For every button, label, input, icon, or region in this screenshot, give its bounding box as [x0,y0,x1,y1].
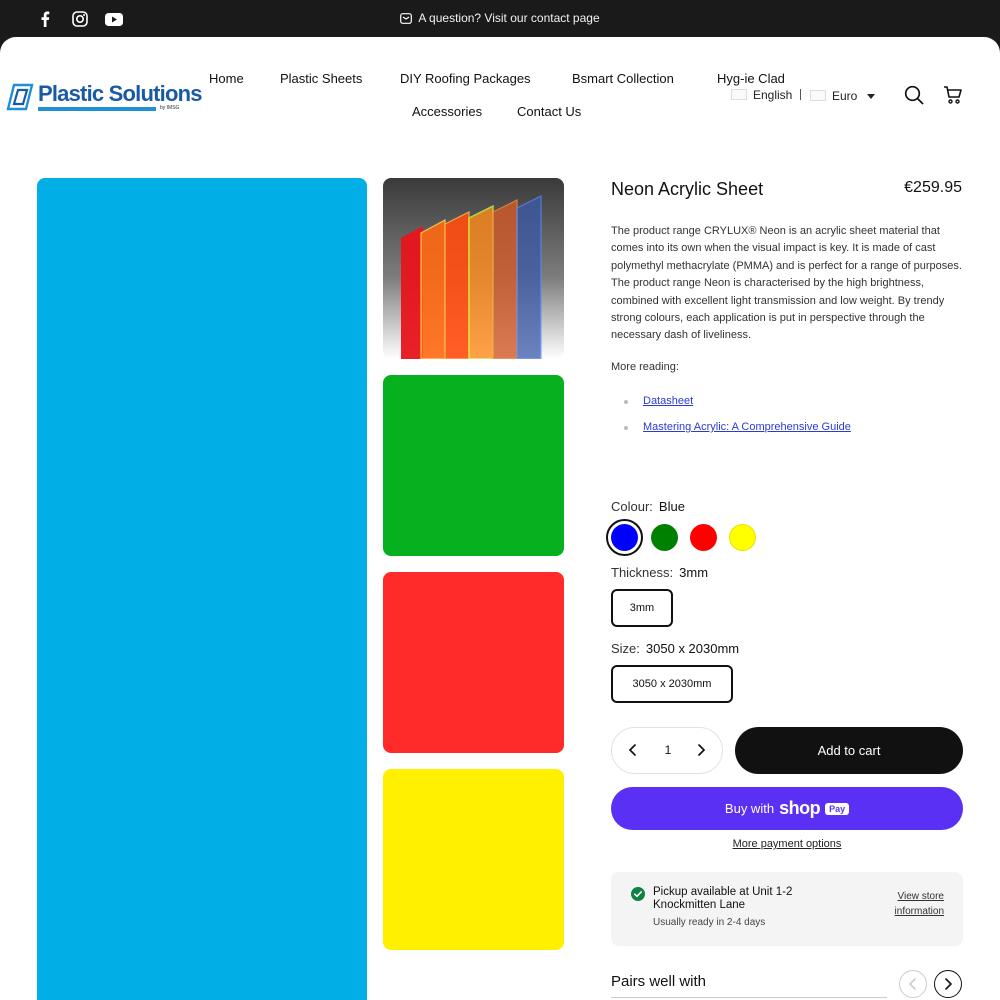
product-thumbnail-neon[interactable] [383,178,564,359]
swatch-red[interactable] [690,524,717,551]
logo-text: Plastic Solutions [38,81,202,106]
size-option-3050x2030[interactable]: 3050 x 2030mm [611,665,733,703]
product-price: €259.95 [904,179,962,196]
check-circle-icon [631,887,645,901]
more-reading-label: More reading: [611,361,679,373]
divider [611,997,887,998]
cart-icon[interactable] [943,85,963,105]
thickness-label: Thickness: 3mm [611,565,708,580]
pairs-well-with-heading: Pairs well with [611,973,707,990]
swatch-green[interactable] [651,524,678,551]
thickness-label-text: Thickness: [611,565,674,580]
carousel-next-button[interactable] [934,970,962,998]
acrylic-guide-link[interactable]: Mastering Acrylic: A Comprehensive Guide [643,421,851,433]
carousel-prev-button[interactable] [899,970,927,998]
swatch-blue[interactable] [606,519,643,556]
nav-home[interactable]: Home [209,71,244,86]
datasheet-link[interactable]: Datasheet [643,395,693,407]
buy-with-label: Buy with [724,801,775,816]
logo-underline [38,107,156,111]
nav-plastic-sheets[interactable]: Plastic Sheets [280,71,362,86]
chevron-right-icon [945,978,953,990]
logo-mark-icon [6,83,34,111]
chevron-down-icon [866,88,875,102]
product-title: Neon Acrylic Sheet [611,179,764,199]
thickness-value: 3mm [679,565,709,580]
size-label: Size: 3050 x 2030mm [611,641,739,656]
main-product-image[interactable] [37,178,367,1000]
more-payment-options-link[interactable]: More payment options [611,838,963,850]
page-content: Plastic Solutions by IMSG Home Plastic S… [0,37,1000,1000]
announcement-bar: A question? Visit our contact page [0,0,1000,38]
flag-icon [810,90,826,101]
announcement-text-wrap[interactable]: A question? Visit our contact page [0,11,1000,27]
view-store-link[interactable]: View store information [872,889,944,919]
product-thumbnail-yellow[interactable] [383,769,564,950]
search-icon[interactable] [904,85,924,105]
list-item: Mastering Acrylic: A Comprehensive Guide [622,421,851,447]
chevron-left-icon [908,978,916,990]
quantity-stepper: 1 [611,727,723,774]
pickup-title: Pickup available at Unit 1-2 Knockmitten… [653,886,793,911]
divider [800,89,801,100]
language-selector[interactable]: English [731,88,792,102]
reading-links: Datasheet Mastering Acrylic: A Comprehen… [622,395,851,447]
flag-icon [731,89,747,100]
size-value: 3050 x 2030mm [645,641,740,656]
colour-label-text: Colour: [611,499,653,514]
add-to-cart-button[interactable]: Add to cart [735,727,963,774]
list-item: Datasheet [622,395,851,421]
minus-icon[interactable] [626,743,640,757]
product-thumbnail-green[interactable] [383,375,564,556]
logo-subtext: by IMSG [160,105,180,111]
colour-value: Blue [658,499,685,514]
nav-hygie-clad[interactable]: Hyg-ie Clad [717,71,785,86]
message-icon [400,13,413,27]
logo[interactable]: Plastic Solutions by IMSG [6,79,202,115]
swatch-yellow[interactable] [729,524,756,551]
pay-badge: Pay [825,802,850,815]
nav-contact[interactable]: Contact Us [517,104,581,119]
colour-label: Colour: Blue [611,499,685,514]
language-label: English [753,88,793,102]
currency-selector[interactable]: Euro [810,88,875,103]
product-description: The product range CRYLUX® Neon is an acr… [611,225,962,342]
pickup-availability: Pickup available at Unit 1-2 Knockmitten… [611,872,963,946]
thickness-option-3mm[interactable]: 3mm [611,589,673,627]
quantity-value[interactable]: 1 [658,743,678,757]
product-thumbnail-red[interactable] [383,572,564,753]
nav-diy-roofing[interactable]: DIY Roofing Packages [400,71,531,86]
nav-accessories[interactable]: Accessories [412,104,482,119]
announcement-text[interactable]: A question? Visit our contact page [418,11,599,25]
buy-with-shop-pay-button[interactable]: Buy with shop Pay [611,787,963,830]
shop-wordmark: shop [779,798,821,818]
neon-sheets-image [401,195,542,359]
currency-label: Euro [832,89,858,103]
size-label-text: Size: [611,641,640,656]
pickup-subtext: Usually ready in 2-4 days [653,917,766,928]
plus-icon[interactable] [694,743,708,757]
nav-bsmart[interactable]: Bsmart Collection [572,71,674,86]
